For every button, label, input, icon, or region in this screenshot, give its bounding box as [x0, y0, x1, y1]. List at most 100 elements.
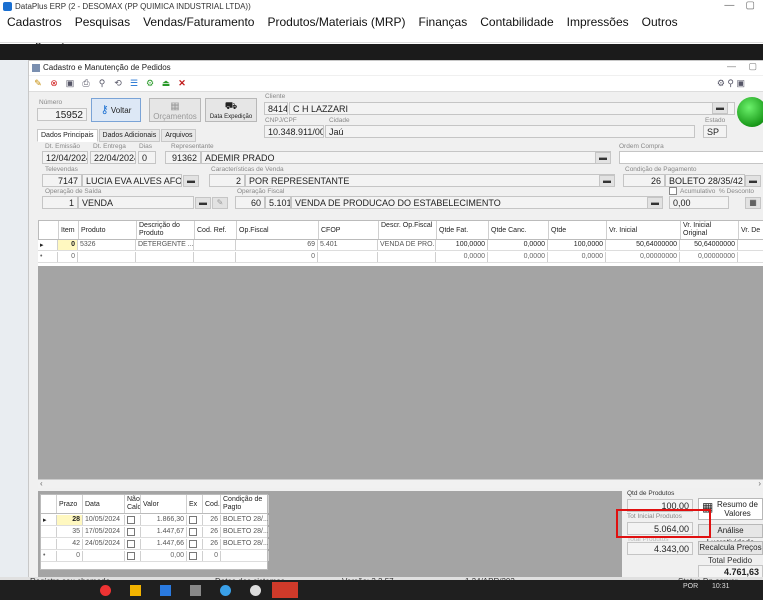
cliente-code-field[interactable]: 8414: [264, 102, 288, 115]
print-icon[interactable]: ⎙: [80, 78, 92, 89]
dias-field[interactable]: 0: [138, 151, 156, 164]
nao-calc-checkbox[interactable]: [127, 540, 135, 548]
ex-cell[interactable]: [187, 527, 203, 537]
valor-cell[interactable]: 1.447,66: [141, 539, 187, 549]
prazo-cell[interactable]: 28: [57, 515, 83, 525]
chrome-icon[interactable]: [250, 585, 261, 596]
item-cell[interactable]: 0: [58, 240, 78, 250]
cond-code-field[interactable]: 26: [623, 174, 665, 187]
col-cod[interactable]: Cod.: [203, 495, 221, 513]
op-fiscal-cfop-field[interactable]: 5.101: [265, 196, 291, 209]
menu-pesquisas[interactable]: Pesquisas: [68, 13, 136, 29]
data-cell[interactable]: 17/05/2024: [83, 527, 125, 537]
estado-field[interactable]: SP: [703, 125, 727, 138]
browser-icon[interactable]: [220, 585, 231, 596]
prazo-cell[interactable]: 35: [57, 527, 83, 537]
tv-name-field[interactable]: LUCIA EVA ALVES AFONS: [82, 174, 182, 187]
op-fiscal-cell[interactable]: 69: [236, 240, 318, 250]
vr-inicial-cell[interactable]: 50,64000000: [606, 240, 680, 250]
nao-calc-checkbox[interactable]: [127, 552, 135, 560]
active-app-icon[interactable]: [272, 582, 298, 598]
tab-dados-adicionais[interactable]: Dados Adicionais: [98, 129, 161, 142]
ex-checkbox[interactable]: [189, 528, 197, 536]
scroll-left-icon[interactable]: ‹: [40, 479, 43, 488]
delete-icon[interactable]: ✕: [176, 78, 188, 89]
cond-pagto-cell[interactable]: BOLETO 28/...: [221, 527, 269, 537]
vr-inicial-original-cell[interactable]: 0,00000000: [680, 252, 738, 262]
app-icon-blue[interactable]: [160, 585, 171, 596]
caract-code-field[interactable]: 2: [209, 174, 245, 187]
tv-code-field[interactable]: 7147: [42, 174, 82, 187]
app-icon-gray[interactable]: [190, 585, 201, 596]
save-icon[interactable]: ▣: [64, 78, 76, 89]
app-icon-red[interactable]: [100, 585, 111, 596]
menu-financas[interactable]: Finanças: [412, 13, 474, 29]
qtde-cell[interactable]: 100,0000: [548, 240, 606, 250]
qtde-canc-cell[interactable]: 0,0000: [488, 240, 548, 250]
acumulativo-checkbox[interactable]: [669, 187, 677, 195]
menu-outros[interactable]: Outros: [635, 13, 684, 29]
cancel-icon[interactable]: ⊗: [48, 78, 60, 89]
cond-pagto-cell[interactable]: BOLETO 28/...: [221, 515, 269, 525]
ex-checkbox[interactable]: [189, 516, 197, 524]
rep-search-icon[interactable]: ▬: [595, 152, 611, 164]
cod-ref-cell[interactable]: [194, 252, 236, 262]
cod-ref-cell[interactable]: [194, 240, 236, 250]
rep-name-field[interactable]: ADEMIR PRADO: [201, 151, 611, 164]
cond-pagto-cell[interactable]: [221, 551, 269, 561]
descr-op-cell[interactable]: [378, 252, 436, 262]
gear-icon[interactable]: ⚙: [144, 78, 156, 89]
col-ex[interactable]: Ex: [187, 495, 203, 513]
rep-code-field[interactable]: 91362: [165, 151, 201, 164]
table-row[interactable]: ▸ 0 5326 DETERGENTE ... 69 5.401 VENDA D…: [38, 240, 763, 251]
cod-cell[interactable]: 26: [203, 539, 221, 549]
col-prazo[interactable]: Prazo: [57, 495, 83, 513]
cod-cell[interactable]: 26: [203, 527, 221, 537]
vr-inicial-original-cell[interactable]: 50,64000000: [680, 240, 738, 250]
search-icon[interactable]: ⚲: [96, 78, 108, 89]
data-cell[interactable]: 24/05/2024: [83, 539, 125, 549]
qtde-fat-cell[interactable]: 100,0000: [436, 240, 488, 250]
op-saida-name-field[interactable]: VENDA: [78, 196, 194, 209]
valor-cell[interactable]: 1.866,30: [141, 515, 187, 525]
col-vr-inicial-original[interactable]: Vr. Inicial Original: [681, 221, 739, 239]
voltar-button[interactable]: ⚷ Voltar: [91, 98, 141, 122]
col-cfop[interactable]: CFOP: [319, 221, 379, 239]
nao-calc-checkbox[interactable]: [127, 528, 135, 536]
descricao-cell[interactable]: DETERGENTE ...: [136, 240, 194, 250]
cond-search-icon[interactable]: ▬: [745, 175, 761, 187]
op-saida-clear-icon[interactable]: ✎: [212, 197, 228, 209]
nao-calc-cell[interactable]: [125, 515, 141, 525]
col-data[interactable]: Data: [83, 495, 125, 513]
nao-calc-cell[interactable]: [125, 527, 141, 537]
cfop-cell[interactable]: [318, 252, 378, 262]
table-row[interactable]: • 0 0 0,0000 0,0000 0,0000 0,00000000 0,…: [38, 252, 763, 263]
dt-entrega-field[interactable]: 22/04/2024: [90, 151, 136, 164]
cfop-cell[interactable]: 5.401: [318, 240, 378, 250]
col-nao-calc[interactable]: Não Calc: [125, 495, 141, 513]
op-fiscal-cell[interactable]: 0: [236, 252, 318, 262]
child-restore-icon[interactable]: ▢: [748, 61, 757, 71]
restore-icon[interactable]: ▢: [746, 0, 755, 11]
op-fiscal-code-field[interactable]: 60: [235, 196, 265, 209]
scroll-right-icon[interactable]: ›: [758, 479, 761, 488]
data-cell[interactable]: [83, 551, 125, 561]
data-cell[interactable]: 10/05/2024: [83, 515, 125, 525]
dt-emissao-field[interactable]: 12/04/2024: [42, 151, 88, 164]
menu-vendas[interactable]: Vendas/Faturamento: [136, 13, 260, 29]
list-icon[interactable]: ☰: [128, 78, 140, 89]
desconto-field[interactable]: 0,00: [669, 196, 729, 209]
ex-checkbox[interactable]: [189, 540, 197, 548]
valor-cell[interactable]: 1.447,67: [141, 527, 187, 537]
tab-arquivos[interactable]: Arquivos: [161, 129, 197, 142]
cliente-name-field[interactable]: C H LAZZARI: [289, 102, 735, 115]
vr-de-cell[interactable]: [738, 240, 763, 250]
caract-name-field[interactable]: POR REPRESENTANTE: [245, 174, 615, 187]
valor-cell[interactable]: 0,00: [141, 551, 187, 561]
descricao-cell[interactable]: [136, 252, 194, 262]
ex-checkbox[interactable]: [189, 552, 197, 560]
nao-calc-cell[interactable]: [125, 539, 141, 549]
col-qtde-canc[interactable]: Qtde Canc.: [489, 221, 549, 239]
items-hscrollbar[interactable]: ‹ ›: [38, 479, 763, 488]
data-expedicao-button[interactable]: ⛟ Data Expedição: [205, 98, 257, 122]
